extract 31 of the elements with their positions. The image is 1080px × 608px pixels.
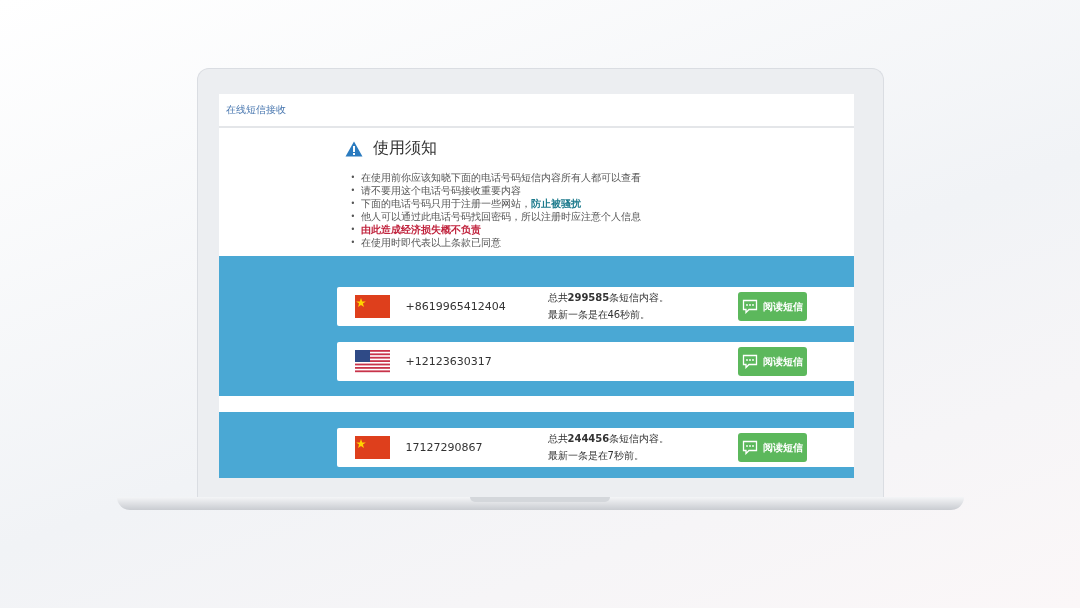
usa-flag-icon xyxy=(354,350,390,373)
notice-text: 下面的电话号码只用于注册一些网站，防止被骚扰 xyxy=(361,197,582,210)
notice-text: 请不要用这个电话号码接收重要内容 xyxy=(361,184,522,197)
site-link[interactable]: 在线短信接收 xyxy=(225,103,286,117)
chat-bubble-icon xyxy=(741,299,758,314)
china-flag-icon xyxy=(354,436,390,459)
list-bullet: • xyxy=(350,185,356,197)
read-sms-button[interactable]: 阅读短信 xyxy=(737,292,807,321)
warning-icon xyxy=(344,140,363,157)
message-stats: 总共244456条短信内容。 xyxy=(547,432,671,446)
notice-text: 在使用前你应该知晓下面的电话号码短信内容所有人都可以查看 xyxy=(361,171,642,184)
list-bullet: • xyxy=(350,237,356,249)
list-bullet: • xyxy=(350,172,356,184)
notice-text: 在使用时即代表以上条款已同意 xyxy=(361,236,502,249)
chat-bubble-icon xyxy=(741,440,758,455)
list-bullet: • xyxy=(350,198,356,210)
read-sms-button[interactable]: 阅读短信 xyxy=(737,433,807,462)
message-stats: 最新一条是在7秒前。 xyxy=(547,449,645,463)
message-stats: 最新一条是在46秒前。 xyxy=(547,308,652,322)
warning-text: 由此造成经济损失概不负责 xyxy=(361,223,482,236)
list-bullet: • xyxy=(350,224,356,236)
phone-number: +12123630317 xyxy=(405,355,493,368)
chat-bubble-icon xyxy=(741,354,758,369)
list-bullet: • xyxy=(350,211,356,223)
read-sms-button[interactable]: 阅读短信 xyxy=(737,347,807,376)
phone-number: 17127290867 xyxy=(405,441,484,454)
notice-text: 他人可以通过此电话号码找回密码，所以注册时应注意个人信息 xyxy=(361,210,642,223)
message-stats: 总共299585条短信内容。 xyxy=(547,291,671,305)
phone-number: +8619965412404 xyxy=(405,300,507,313)
notice-title: 使用须知 xyxy=(372,138,437,159)
china-flag-icon xyxy=(354,295,390,318)
